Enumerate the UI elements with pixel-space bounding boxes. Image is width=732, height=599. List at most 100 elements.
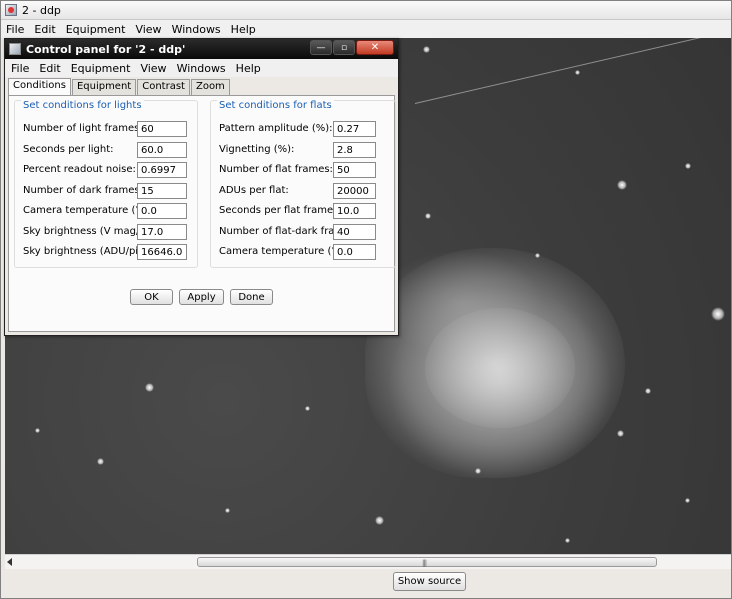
adus-per-flat-input[interactable] — [333, 183, 376, 199]
flat-dark-frames-input[interactable] — [333, 224, 376, 240]
menu-help[interactable]: Help — [231, 23, 262, 36]
java-app-icon — [9, 43, 21, 55]
field-label: Seconds per light: — [23, 144, 114, 155]
dark-frames-input[interactable] — [137, 183, 187, 199]
main-titlebar[interactable]: 2 - ddp — [1, 1, 731, 20]
star — [617, 430, 624, 437]
field-row: Sky brightness (ADU/pixel): — [23, 244, 191, 260]
dialog-menu-file[interactable]: File — [11, 62, 35, 75]
scroll-left-arrow-icon[interactable] — [7, 558, 12, 566]
field-row: Percent readout noise: — [23, 162, 191, 178]
tab-strip: Conditions Equipment Contrast Zoom — [8, 78, 231, 95]
dialog-menu-edit[interactable]: Edit — [39, 62, 66, 75]
scroll-grip: ||| — [422, 559, 427, 567]
pattern-amplitude-input[interactable] — [333, 121, 376, 137]
dialog-title: Control panel for '2 - ddp' — [26, 42, 186, 56]
menu-edit[interactable]: Edit — [34, 23, 61, 36]
star — [617, 180, 627, 190]
field-label: Number of dark frames: — [23, 185, 143, 196]
field-row: Camera temperature (°C): — [23, 203, 191, 219]
field-row: Vignetting (%): — [219, 142, 387, 158]
star — [423, 46, 430, 53]
java-app-icon — [5, 4, 17, 16]
dialog-menu-equipment[interactable]: Equipment — [71, 62, 137, 75]
field-label: Pattern amplitude (%): — [219, 123, 333, 134]
tab-equipment[interactable]: Equipment — [71, 79, 137, 95]
menu-equipment[interactable]: Equipment — [66, 23, 132, 36]
flats-group: Set conditions for flats Pattern amplitu… — [210, 100, 396, 268]
star — [685, 163, 691, 169]
field-row: Sky brightness (V mag/sq"): — [23, 224, 191, 240]
tab-zoom[interactable]: Zoom — [190, 79, 230, 95]
dialog-titlebar[interactable]: Control panel for '2 - ddp' — ▫ ✕ — [5, 39, 398, 59]
satellite-streak — [414, 38, 731, 104]
field-label: Vignetting (%): — [219, 144, 295, 155]
field-label: Camera temperature (°C): — [219, 246, 351, 257]
nebula-core — [425, 308, 575, 428]
done-button[interactable]: Done — [230, 289, 273, 305]
ok-button[interactable]: OK — [130, 289, 173, 305]
sky-brightness-vmag-input[interactable] — [137, 224, 187, 240]
dialog-menu-help[interactable]: Help — [236, 62, 267, 75]
minimize-icon[interactable]: — — [310, 40, 332, 55]
flat-frames-input[interactable] — [333, 162, 376, 178]
field-row: Seconds per light: — [23, 142, 191, 158]
seconds-per-flat-input[interactable] — [333, 203, 376, 219]
field-label: ADUs per flat: — [219, 185, 289, 196]
field-row: Pattern amplitude (%): — [219, 121, 387, 137]
dialog-menu-windows[interactable]: Windows — [177, 62, 232, 75]
field-row: Number of flat-dark frames: — [219, 224, 387, 240]
tab-contrast[interactable]: Contrast — [137, 79, 190, 95]
vignetting-input[interactable] — [333, 142, 376, 158]
star — [535, 253, 540, 258]
flats-group-title: Set conditions for flats — [217, 100, 334, 111]
seconds-per-light-input[interactable] — [137, 142, 187, 158]
window-controls: — ▫ ✕ — [310, 40, 394, 55]
tab-conditions[interactable]: Conditions — [8, 78, 71, 95]
star — [475, 468, 481, 474]
star — [425, 213, 431, 219]
horizontal-scrollbar[interactable]: ||| — [5, 554, 731, 569]
camera-temperature-input[interactable] — [137, 203, 187, 219]
field-label: Camera temperature (°C): — [23, 205, 155, 216]
star — [97, 458, 104, 465]
field-label: Seconds per flat frame: — [219, 205, 337, 216]
dialog-menubar: File Edit Equipment View Windows Help — [5, 59, 398, 77]
field-row: Number of flat frames: — [219, 162, 387, 178]
field-label: Number of light frames: — [23, 123, 143, 134]
light-frames-input[interactable] — [137, 121, 187, 137]
field-label: Percent readout noise: — [23, 164, 136, 175]
star — [685, 498, 690, 503]
dialog-menu-view[interactable]: View — [140, 62, 172, 75]
star — [565, 538, 570, 543]
field-row: Camera temperature (°C): — [219, 244, 387, 260]
star — [225, 508, 230, 513]
menu-windows[interactable]: Windows — [172, 23, 227, 36]
field-row: Number of dark frames: — [23, 183, 191, 199]
apply-button[interactable]: Apply — [179, 289, 224, 305]
star — [645, 388, 651, 394]
star — [145, 383, 154, 392]
control-panel-dialog: Control panel for '2 - ddp' — ▫ ✕ File E… — [4, 38, 399, 336]
show-source-button[interactable]: Show source — [393, 572, 466, 591]
lights-group-title: Set conditions for lights — [21, 100, 144, 111]
field-row: ADUs per flat: — [219, 183, 387, 199]
menu-file[interactable]: File — [6, 23, 30, 36]
maximize-icon[interactable]: ▫ — [333, 40, 355, 55]
sky-brightness-adu-input[interactable] — [137, 244, 187, 260]
field-row: Seconds per flat frame: — [219, 203, 387, 219]
scroll-thumb[interactable]: ||| — [197, 557, 657, 567]
flat-camera-temperature-input[interactable] — [333, 244, 376, 260]
star — [305, 406, 310, 411]
field-label: Number of flat frames: — [219, 164, 333, 175]
menu-view[interactable]: View — [135, 23, 167, 36]
field-row: Number of light frames: — [23, 121, 191, 137]
star — [375, 516, 384, 525]
readout-noise-input[interactable] — [137, 162, 187, 178]
close-icon[interactable]: ✕ — [356, 40, 394, 55]
star — [35, 428, 40, 433]
lights-group: Set conditions for lights Number of ligh… — [14, 100, 198, 268]
main-window-title: 2 - ddp — [22, 3, 61, 17]
star — [575, 70, 580, 75]
main-menubar: File Edit Equipment View Windows Help — [1, 20, 731, 38]
